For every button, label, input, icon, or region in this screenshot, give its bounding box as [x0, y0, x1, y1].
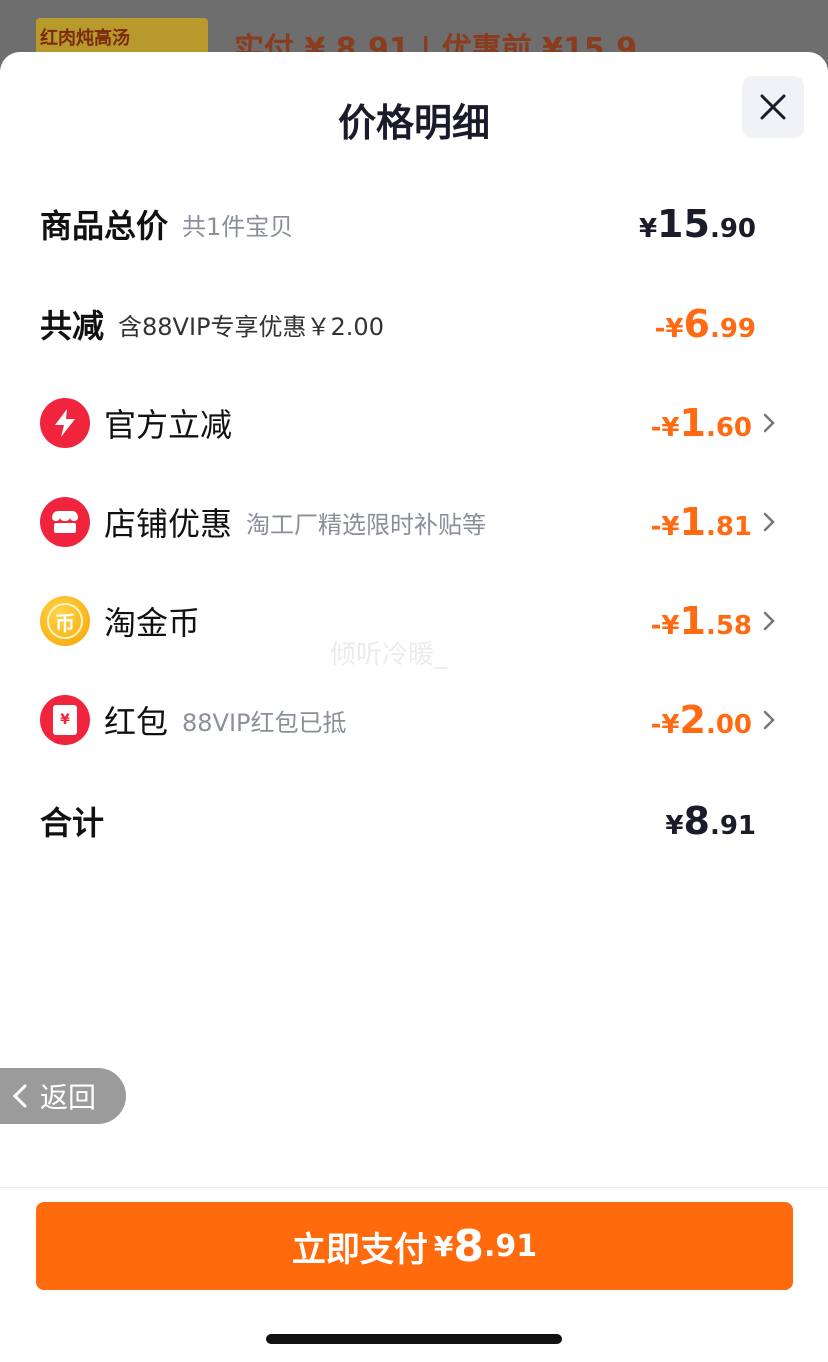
row-label: 商品总价: [40, 207, 169, 245]
row-label: 红包: [104, 703, 169, 741]
pay-now-button[interactable]: 立即支付 ¥ 8 .91: [36, 1202, 793, 1290]
pay-label: 立即支付: [291, 1229, 428, 1270]
back-button[interactable]: 返回: [0, 1068, 126, 1124]
chevron-right-icon: [758, 412, 780, 434]
price-detail-sheet: 价格明细 商品总价 共1件宝贝 ¥15.90 共减 含88VIP专享优惠￥2.0…: [0, 52, 828, 1362]
close-button[interactable]: [742, 76, 804, 138]
row-sub: 淘工厂精选限时补贴等: [246, 510, 487, 539]
pay-dec: .91: [483, 1228, 538, 1264]
row-sub: 含88VIP专享优惠￥2.00: [118, 312, 384, 341]
chevron-right-icon: [758, 709, 780, 731]
row-store-discount[interactable]: 店铺优惠 淘工厂精选限时补贴等 -¥1.81: [40, 492, 780, 552]
row-label: 官方立减: [104, 406, 233, 444]
chevron-right-icon: [758, 610, 780, 632]
sheet-title: 价格明细: [337, 101, 490, 145]
tao-coins-amount: -¥1.58: [650, 599, 752, 643]
red-packet-amount: -¥2.00: [650, 698, 752, 742]
coin-icon: 币: [40, 596, 90, 646]
product-total-amount: ¥15.90: [638, 202, 756, 246]
row-discount-total: 共减 含88VIP专享优惠￥2.00 -¥6.99: [40, 294, 780, 354]
row-red-packet[interactable]: ¥ 红包 88VIP红包已抵 -¥2.00: [40, 690, 780, 750]
row-label: 共减: [40, 307, 105, 345]
watermark: 倾听冷暖_: [330, 640, 448, 670]
row-label: 合计: [40, 804, 105, 842]
row-label: 店铺优惠: [104, 505, 233, 543]
row-sum: 合计 ¥8.91: [40, 791, 780, 851]
footer-divider: [0, 1187, 828, 1188]
store-discount-amount: -¥1.81: [650, 500, 752, 544]
close-icon: [760, 94, 786, 120]
background-product-label: 红肉炖高汤: [40, 28, 130, 49]
back-label: 返回: [40, 1081, 97, 1114]
row-label: 淘金币: [104, 604, 201, 642]
row-official-discount[interactable]: 官方立减 -¥1.60: [40, 393, 780, 453]
home-indicator: [266, 1334, 562, 1344]
chevron-right-icon: [758, 511, 780, 533]
store-icon: [40, 497, 90, 547]
lightning-icon: [40, 398, 90, 448]
official-discount-amount: -¥1.60: [650, 401, 752, 445]
row-product-total: 商品总价 共1件宝贝 ¥15.90: [40, 194, 780, 254]
pay-yen: ¥: [433, 1229, 454, 1263]
sum-amount: ¥8.91: [665, 799, 756, 843]
row-sub: 88VIP红包已抵: [182, 708, 347, 737]
red-packet-icon: ¥: [40, 695, 90, 745]
pay-int: 8: [453, 1220, 484, 1272]
discount-total-amount: -¥6.99: [654, 302, 756, 346]
chevron-left-icon: [12, 1084, 27, 1108]
row-sub: 共1件宝贝: [182, 212, 294, 241]
